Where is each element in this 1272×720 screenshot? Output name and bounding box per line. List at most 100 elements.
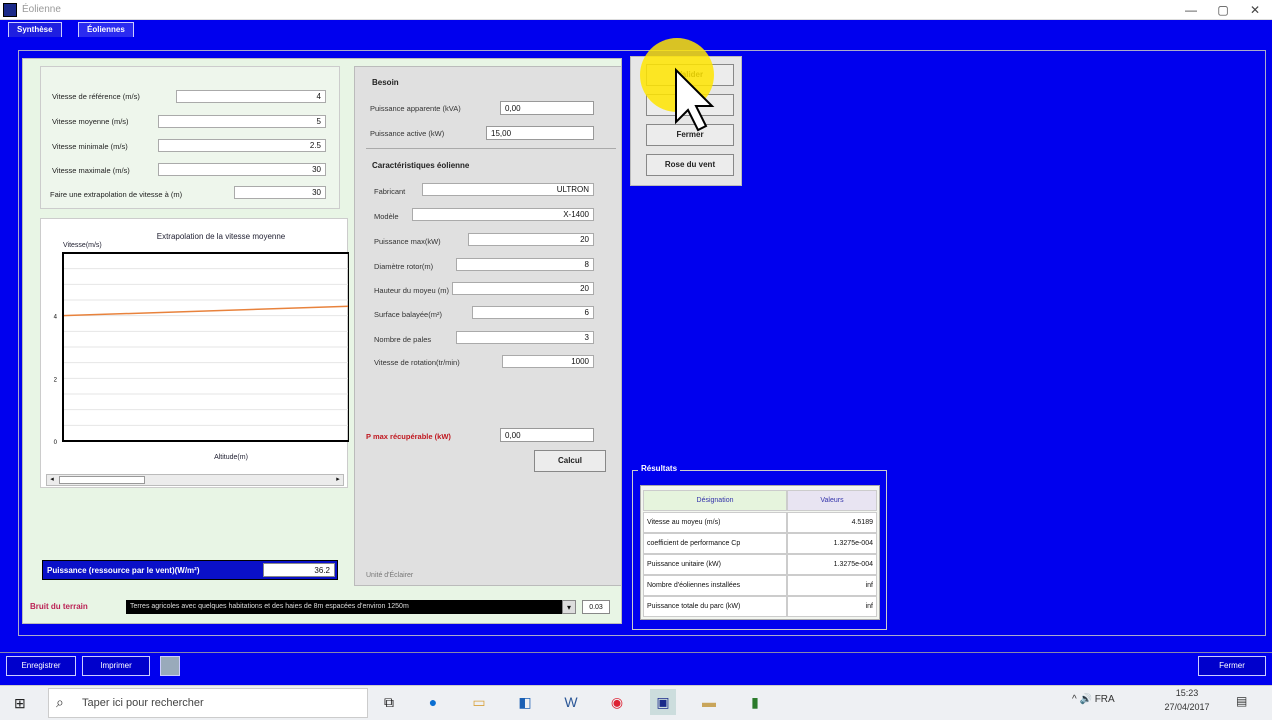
chevron-down-icon[interactable]: ▾ <box>562 600 576 614</box>
results-header-values: Valeurs <box>787 490 877 511</box>
search-icon: ⌕ <box>56 694 64 710</box>
y-tick-label: 4 <box>54 315 58 321</box>
store-icon[interactable]: ◧ <box>512 689 538 715</box>
turbine-panel <box>354 66 622 586</box>
terrain-roughness-value: 0.03 <box>582 600 610 614</box>
calcul-button[interactable]: Calcul <box>534 450 606 472</box>
field-label: Puissance max(kW) <box>374 237 441 246</box>
rotor-diameter-input[interactable]: 8 <box>456 258 594 271</box>
extrapolation-height-input[interactable]: 30 <box>234 186 326 199</box>
notification-icon[interactable]: ▤ <box>1236 694 1247 708</box>
table-row-value: inf <box>787 596 877 617</box>
field-label: Diamètre rotor(m) <box>374 262 434 271</box>
table-row-label: Vitesse au moyeu (m/s) <box>643 512 787 533</box>
field-label: Fabricant <box>374 187 406 196</box>
table-row-label: Puissance unitaire (kW) <box>643 554 787 575</box>
fermer-button[interactable]: Fermer <box>1198 656 1266 676</box>
field-label: Puissance apparente (kVA) <box>370 104 461 113</box>
max-speed-input[interactable]: 30 <box>158 163 326 176</box>
chart-ticks: 4 2 0 <box>54 315 58 446</box>
results-table: Désignation Valeurs Vitesse au moyeu (m/… <box>640 485 880 620</box>
rose-du-vent-button[interactable]: Rose du vent <box>646 154 734 176</box>
min-speed-input[interactable]: 2.5 <box>158 139 326 152</box>
ref-speed-input[interactable]: 4 <box>176 90 326 103</box>
close-button[interactable]: ✕ <box>1240 2 1270 18</box>
field-label: Puissance active (kW) <box>370 129 445 138</box>
title-bar <box>0 0 1272 20</box>
scroll-left-icon[interactable]: ◂ <box>47 475 57 485</box>
folder-icon[interactable]: ▬ <box>696 689 722 715</box>
search-placeholder: Taper ici pour rechercher <box>82 697 204 709</box>
tab-eoliennes[interactable]: Éoliennes <box>78 22 134 37</box>
param-label: Vitesse minimale (m/s) <box>52 142 128 151</box>
tab-synthese[interactable]: Synthèse <box>8 22 62 37</box>
clock-date: 27/04/2017 <box>1164 702 1210 712</box>
y-tick-label: 0 <box>54 440 58 446</box>
app-icon <box>3 3 17 17</box>
param-label: Faire une extrapolation de vitesse à (m) <box>50 190 183 199</box>
power-resource-label: Puissance (ressource par le vent)(W/m²) <box>47 566 200 575</box>
results-header-designation: Désignation <box>643 490 787 511</box>
mean-speed-input[interactable]: 5 <box>158 115 326 128</box>
power-resource-bar: Puissance (ressource par le vent)(W/m²) … <box>42 560 338 580</box>
series-line <box>62 305 350 317</box>
field-label: Modèle <box>374 212 399 221</box>
chrome-icon[interactable]: ◉ <box>604 689 630 715</box>
table-row-value: 1.3275e-004 <box>787 533 877 554</box>
chart-lines <box>62 305 350 317</box>
blade-count-input[interactable]: 3 <box>456 331 594 344</box>
chart-grid <box>63 268 349 426</box>
save-icon[interactable] <box>160 656 180 676</box>
table-row-label: Puissance totale du parc (kW) <box>643 596 787 617</box>
edge-icon[interactable]: ● <box>420 689 446 715</box>
hub-height-input[interactable]: 20 <box>452 282 594 295</box>
app-taskbar-icon[interactable]: ▣ <box>650 689 676 715</box>
extra-app-icon[interactable]: ▮ <box>742 689 768 715</box>
turbine-footer-text: Unité d'Éclairer <box>366 572 414 579</box>
table-row-value: 1.3275e-004 <box>787 554 877 575</box>
task-view-icon[interactable]: ⧉ <box>376 689 402 715</box>
results-title: Résultats <box>638 464 681 473</box>
param-label: Vitesse maximale (m/s) <box>52 166 130 175</box>
swept-area-input[interactable]: 6 <box>472 306 594 319</box>
terrain-label: Bruit du terrain <box>30 602 88 611</box>
scroll-thumb[interactable] <box>59 476 145 484</box>
scroll-right-icon[interactable]: ▸ <box>333 475 343 485</box>
imprimer-button[interactable]: Imprimer <box>82 656 150 676</box>
mouse-cursor-icon <box>675 67 715 132</box>
divider <box>366 148 616 149</box>
terrain-select[interactable]: Terres agricoles avec quelques habitatio… <box>126 600 576 614</box>
field-label: Surface balayée(m²) <box>374 310 442 319</box>
field-label: Vitesse de rotation(tr/min) <box>374 358 460 367</box>
y-tick-label: 2 <box>54 377 58 383</box>
model-input[interactable]: X-1400 <box>412 208 594 221</box>
max-power-input[interactable]: 20 <box>468 233 594 246</box>
enregistrer-button[interactable]: Enregistrer <box>6 656 76 676</box>
file-explorer-icon[interactable]: ▭ <box>466 689 492 715</box>
active-power-spinner[interactable]: 15,00 <box>486 126 594 140</box>
param-label: Vitesse de référence (m/s) <box>52 92 140 101</box>
param-label: Vitesse moyenne (m/s) <box>52 117 129 126</box>
apparent-power-spinner[interactable]: 0,00 <box>500 101 594 115</box>
chart-x-label: Altitude(m) <box>214 454 248 461</box>
chart-svg: Extrapolation de la vitesse moyenne Vite… <box>54 232 350 461</box>
recoverable-power-spinner[interactable]: 0,00 <box>500 428 594 442</box>
table-row-value: inf <box>787 575 877 596</box>
field-label: Nombre de pales <box>374 335 432 344</box>
field-label: Hauteur du moyeu (m) <box>374 286 450 295</box>
characteristics-title: Caractéristiques éolienne <box>372 161 470 170</box>
chart-title: Extrapolation de la vitesse moyenne <box>157 232 286 241</box>
system-tray[interactable]: ^ 🔊 FRA <box>1072 694 1115 705</box>
manufacturer-input[interactable]: ULTRON <box>422 183 594 196</box>
word-icon[interactable]: W <box>558 689 584 715</box>
minimize-button[interactable]: — <box>1176 2 1206 18</box>
recoverable-power-label: P max récupérable (kW) <box>366 432 451 441</box>
rotation-speed-input[interactable]: 1000 <box>502 355 594 368</box>
chart-scrollbar[interactable]: ◂ ▸ <box>46 474 344 486</box>
power-resource-value: 36.2 <box>263 563 335 577</box>
windows-start-icon[interactable]: ⊞ <box>14 695 26 712</box>
table-row-value: 4.5189 <box>787 512 877 533</box>
maximize-button[interactable]: ▢ <box>1208 2 1238 18</box>
clock-time: 15:23 <box>1175 688 1199 698</box>
window-title: Éolienne <box>22 4 61 15</box>
